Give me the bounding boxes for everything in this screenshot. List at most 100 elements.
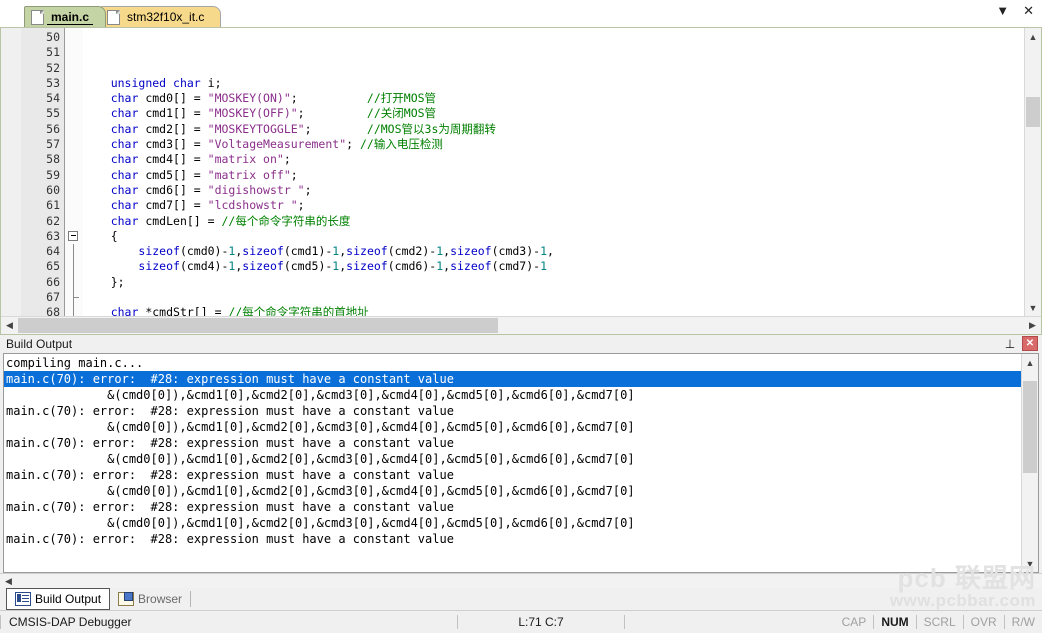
code-token-kw: unsigned char <box>110 75 201 90</box>
code-folding-column[interactable] <box>65 28 83 316</box>
output-vertical-scrollbar[interactable]: ▲ ▼ <box>1021 354 1038 572</box>
code-line[interactable]: char cmd1[] = "MOSKEY(OFF)"; //关闭MOS管 <box>83 106 1041 121</box>
output-vscroll-track[interactable] <box>1022 371 1038 555</box>
editor-horizontal-scrollbar[interactable]: ◀ ▶ <box>1 316 1041 334</box>
pin-icon[interactable]: ⊥ <box>1003 336 1017 351</box>
code-token-pln <box>83 214 111 228</box>
code-token-kw: char <box>110 106 139 121</box>
output-scroll-up-icon[interactable]: ▲ <box>1022 354 1038 371</box>
build-output-line[interactable]: main.c(70): error: #28: expression must … <box>4 467 1038 483</box>
build-output-lines[interactable]: compiling main.c... main.c(70): error: #2… <box>4 354 1038 572</box>
build-output-line[interactable]: main.c(70): error: #28: expression must … <box>4 531 1038 547</box>
code-token-str: "matrix on" <box>207 152 284 167</box>
code-token-pln <box>83 91 111 105</box>
tab-browser[interactable]: Browser <box>110 588 191 610</box>
code-line[interactable]: sizeof(cmd4)-1,sizeof(cmd5)-1,sizeof(cmd… <box>83 259 1041 274</box>
code-line[interactable]: char cmd5[] = "matrix off"; <box>83 168 1041 183</box>
line-number: 66 <box>46 274 60 289</box>
code-token-str: "MOSKEY(OFF)" <box>207 106 298 121</box>
code-line[interactable] <box>83 290 1041 305</box>
code-line[interactable]: char cmd0[] = "MOSKEY(ON)"; //打开MOS管 <box>83 91 1041 106</box>
line-number: 62 <box>46 213 60 228</box>
line-number: 67 <box>46 290 60 305</box>
code-token-str: "digishowstr " <box>207 182 305 197</box>
build-output-line[interactable]: main.c(70): error: #28: expression must … <box>4 403 1038 419</box>
vscroll-track[interactable] <box>1025 45 1041 299</box>
code-line[interactable]: }; <box>83 275 1041 290</box>
line-number: 55 <box>46 106 60 121</box>
build-output-line[interactable]: &(cmd0[0]),&cmd1[0],&cmd2[0],&cmd3[0],&c… <box>4 387 1038 403</box>
build-output-line[interactable]: &(cmd0[0]),&cmd1[0],&cmd2[0],&cmd3[0],&c… <box>4 419 1038 435</box>
build-output-line[interactable]: &(cmd0[0]),&cmd1[0],&cmd2[0],&cmd3[0],&c… <box>4 483 1038 499</box>
output-hscroll-track[interactable] <box>17 574 1042 588</box>
build-output-panel: Build Output ⊥ ✕ compiling main.c... main… <box>0 335 1042 610</box>
code-line[interactable]: char cmd4[] = "matrix on"; <box>83 152 1041 167</box>
code-token-pln <box>83 244 138 258</box>
fold-marker[interactable] <box>65 229 83 244</box>
fold-marker <box>65 259 83 275</box>
code-line[interactable]: char *cmdStr[] = //每个命令字符串的首地址 <box>83 305 1041 316</box>
chevron-down-icon[interactable]: ▼ <box>996 4 1009 17</box>
panel-tab-bar: Build Output Browser <box>0 588 1042 610</box>
output-scroll-down-icon[interactable]: ▼ <box>1022 555 1038 572</box>
code-token-pln: (cmd1)- <box>283 244 333 259</box>
code-token-num: 1 <box>540 244 548 259</box>
code-line[interactable]: char cmd6[] = "digishowstr "; <box>83 183 1041 198</box>
breakpoint-column[interactable] <box>1 28 21 316</box>
output-horizontal-scrollbar[interactable]: ◀ <box>0 573 1042 588</box>
vscroll-thumb[interactable] <box>1026 97 1040 127</box>
panel-close-icon[interactable]: ✕ <box>1022 336 1038 351</box>
hscroll-track[interactable] <box>18 317 1024 334</box>
scroll-right-icon[interactable]: ▶ <box>1024 317 1041 334</box>
status-divider <box>624 615 625 629</box>
code-token-kw: sizeof <box>346 244 388 259</box>
line-number: 68 <box>46 305 60 316</box>
code-token-pln: , <box>547 244 554 259</box>
tab-build-output[interactable]: Build Output <box>6 588 111 610</box>
build-output-line[interactable]: &(cmd0[0]),&cmd1[0],&cmd2[0],&cmd3[0],&c… <box>4 515 1038 531</box>
output-scroll-left-icon[interactable]: ◀ <box>0 574 17 588</box>
build-output-line[interactable]: main.c(70): error: #28: expression must … <box>4 499 1038 515</box>
close-icon[interactable]: ✕ <box>1023 4 1034 17</box>
scroll-up-icon[interactable]: ▲ <box>1025 28 1041 45</box>
code-token-pln: *cmdStr[] = <box>138 305 229 316</box>
code-text-area[interactable]: unsigned char i; char cmd0[] = "MOSKEY(O… <box>83 28 1041 316</box>
document-tab-main-c[interactable]: main.c <box>24 6 107 27</box>
code-token-kw: sizeof <box>242 259 284 274</box>
tab-browser-label: Browser <box>138 592 183 606</box>
code-token-pln: ; <box>297 198 305 213</box>
code-line[interactable]: char cmd7[] = "lcdshowstr "; <box>83 198 1041 213</box>
build-output-textbox: compiling main.c... main.c(70): error: #2… <box>3 353 1039 573</box>
code-line[interactable] <box>83 30 1041 45</box>
fold-marker <box>65 198 83 213</box>
document-tab-stm32f10x-it-c[interactable]: stm32f10x_it.c <box>100 6 222 27</box>
output-vscroll-thumb[interactable] <box>1023 381 1037 473</box>
code-line[interactable]: { <box>83 229 1041 244</box>
build-output-line-selected[interactable]: main.c(70): error: #28: expression must … <box>4 371 1038 387</box>
code-token-str: "VoltageMeasurement" <box>207 137 347 152</box>
fold-collapse-icon[interactable] <box>68 230 78 241</box>
code-line[interactable]: char cmdLen[] = //每个命令字符串的长度 <box>83 214 1041 229</box>
code-line[interactable]: unsigned char i; <box>83 76 1041 91</box>
code-token-kw: char <box>110 137 139 152</box>
line-number: 60 <box>46 182 60 197</box>
code-token-pln: cmd7[] = <box>138 198 208 213</box>
code-token-kw: sizeof <box>242 244 284 259</box>
fold-marker <box>65 91 83 106</box>
build-output-line[interactable]: main.c(70): error: #28: expression must … <box>4 435 1038 451</box>
code-line[interactable]: sizeof(cmd0)-1,sizeof(cmd1)-1,sizeof(cmd… <box>83 244 1041 259</box>
editor-vertical-scrollbar[interactable]: ▲ ▼ <box>1024 28 1041 316</box>
code-editor: 5051525354555657585960616263646566676869… <box>0 28 1042 335</box>
code-line[interactable]: char cmd3[] = "VoltageMeasurement"; //输入… <box>83 137 1041 152</box>
code-line[interactable]: char cmd2[] = "MOSKEYTOGGLE"; //MOS管以3s为… <box>83 122 1041 137</box>
hscroll-thumb[interactable] <box>18 318 498 333</box>
code-line[interactable] <box>83 45 1041 60</box>
document-tab-strip: main.c stm32f10x_it.c ▼ ✕ <box>0 0 1042 28</box>
code-line[interactable] <box>83 61 1041 76</box>
build-output-line[interactable]: compiling main.c... <box>4 355 1038 371</box>
build-output-line[interactable]: &(cmd0[0]),&cmd1[0],&cmd2[0],&cmd3[0],&c… <box>4 451 1038 467</box>
code-token-kw: char <box>110 213 139 228</box>
file-icon <box>31 9 44 25</box>
scroll-left-icon[interactable]: ◀ <box>1 317 18 334</box>
scroll-down-icon[interactable]: ▼ <box>1025 299 1041 316</box>
